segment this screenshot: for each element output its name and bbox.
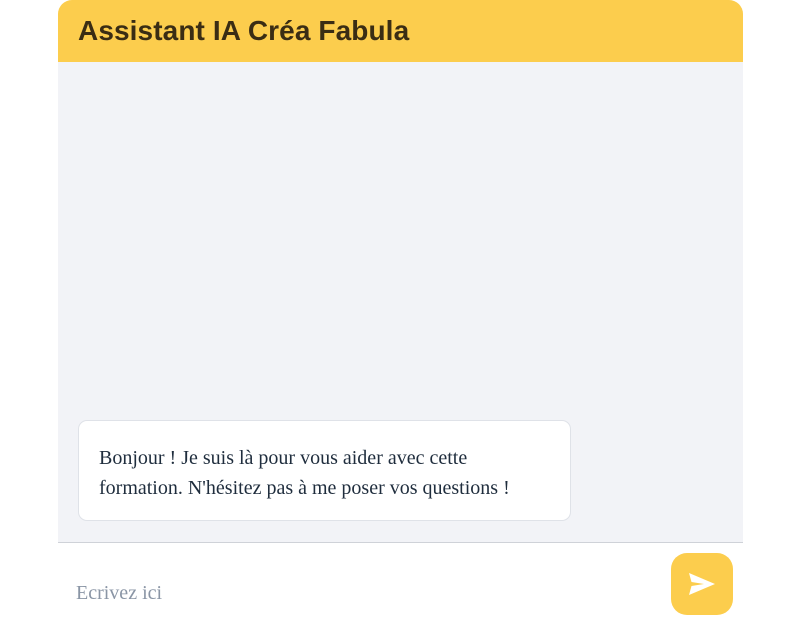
chat-input-bar — [58, 543, 743, 630]
send-icon — [689, 573, 715, 595]
chat-header: Assistant IA Créa Fabula — [58, 0, 743, 62]
message-input[interactable] — [70, 571, 662, 615]
send-button[interactable] — [671, 553, 733, 615]
assistant-message-text: Bonjour ! Je suis là pour vous aider ave… — [99, 447, 510, 499]
assistant-message: Bonjour ! Je suis là pour vous aider ave… — [78, 420, 571, 521]
message-list[interactable]: Bonjour ! Je suis là pour vous aider ave… — [58, 62, 743, 543]
chat-title: Assistant IA Créa Fabula — [78, 15, 410, 46]
chat-widget: Assistant IA Créa Fabula Bonjour ! Je su… — [58, 0, 743, 630]
